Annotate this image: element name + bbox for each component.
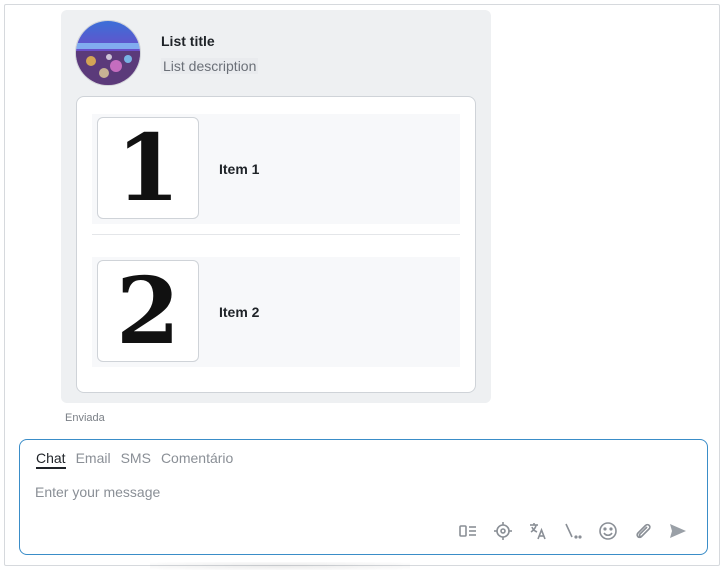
item-thumbnail: 2 [97, 260, 199, 362]
translate-icon[interactable] [527, 520, 549, 542]
list-avatar-image [75, 20, 141, 86]
item-label: Item 1 [219, 161, 260, 177]
digit-two-image: 2 [115, 257, 180, 365]
tab-comment[interactable]: Comentário [161, 450, 233, 469]
channel-tabs: Chat Email SMS Comentário [36, 450, 233, 469]
tab-sms[interactable]: SMS [121, 450, 151, 469]
list-description: List description [161, 58, 259, 74]
item-divider [92, 234, 460, 235]
message-status: Enviada [65, 412, 105, 424]
slash-command-icon[interactable] [562, 520, 584, 542]
tab-chat[interactable]: Chat [36, 450, 66, 469]
list-item[interactable]: 1 Item 1 [92, 114, 460, 224]
item-thumbnail: 1 [97, 117, 199, 219]
tab-email[interactable]: Email [76, 450, 111, 469]
send-icon[interactable] [667, 520, 689, 542]
target-icon[interactable] [492, 520, 514, 542]
digit-one-image: 1 [115, 114, 180, 222]
paperclip-icon[interactable] [632, 520, 654, 542]
message-composer: Chat Email SMS Comentário [19, 439, 708, 555]
list-item[interactable]: 2 Item 2 [92, 257, 460, 367]
composer-toolbar [457, 520, 689, 542]
item-label: Item 2 [219, 304, 260, 320]
message-input[interactable] [35, 480, 675, 504]
footer-shadow [150, 562, 410, 570]
list-title: List title [161, 33, 215, 49]
emoji-icon[interactable] [597, 520, 619, 542]
layout-list-icon[interactable] [457, 520, 479, 542]
